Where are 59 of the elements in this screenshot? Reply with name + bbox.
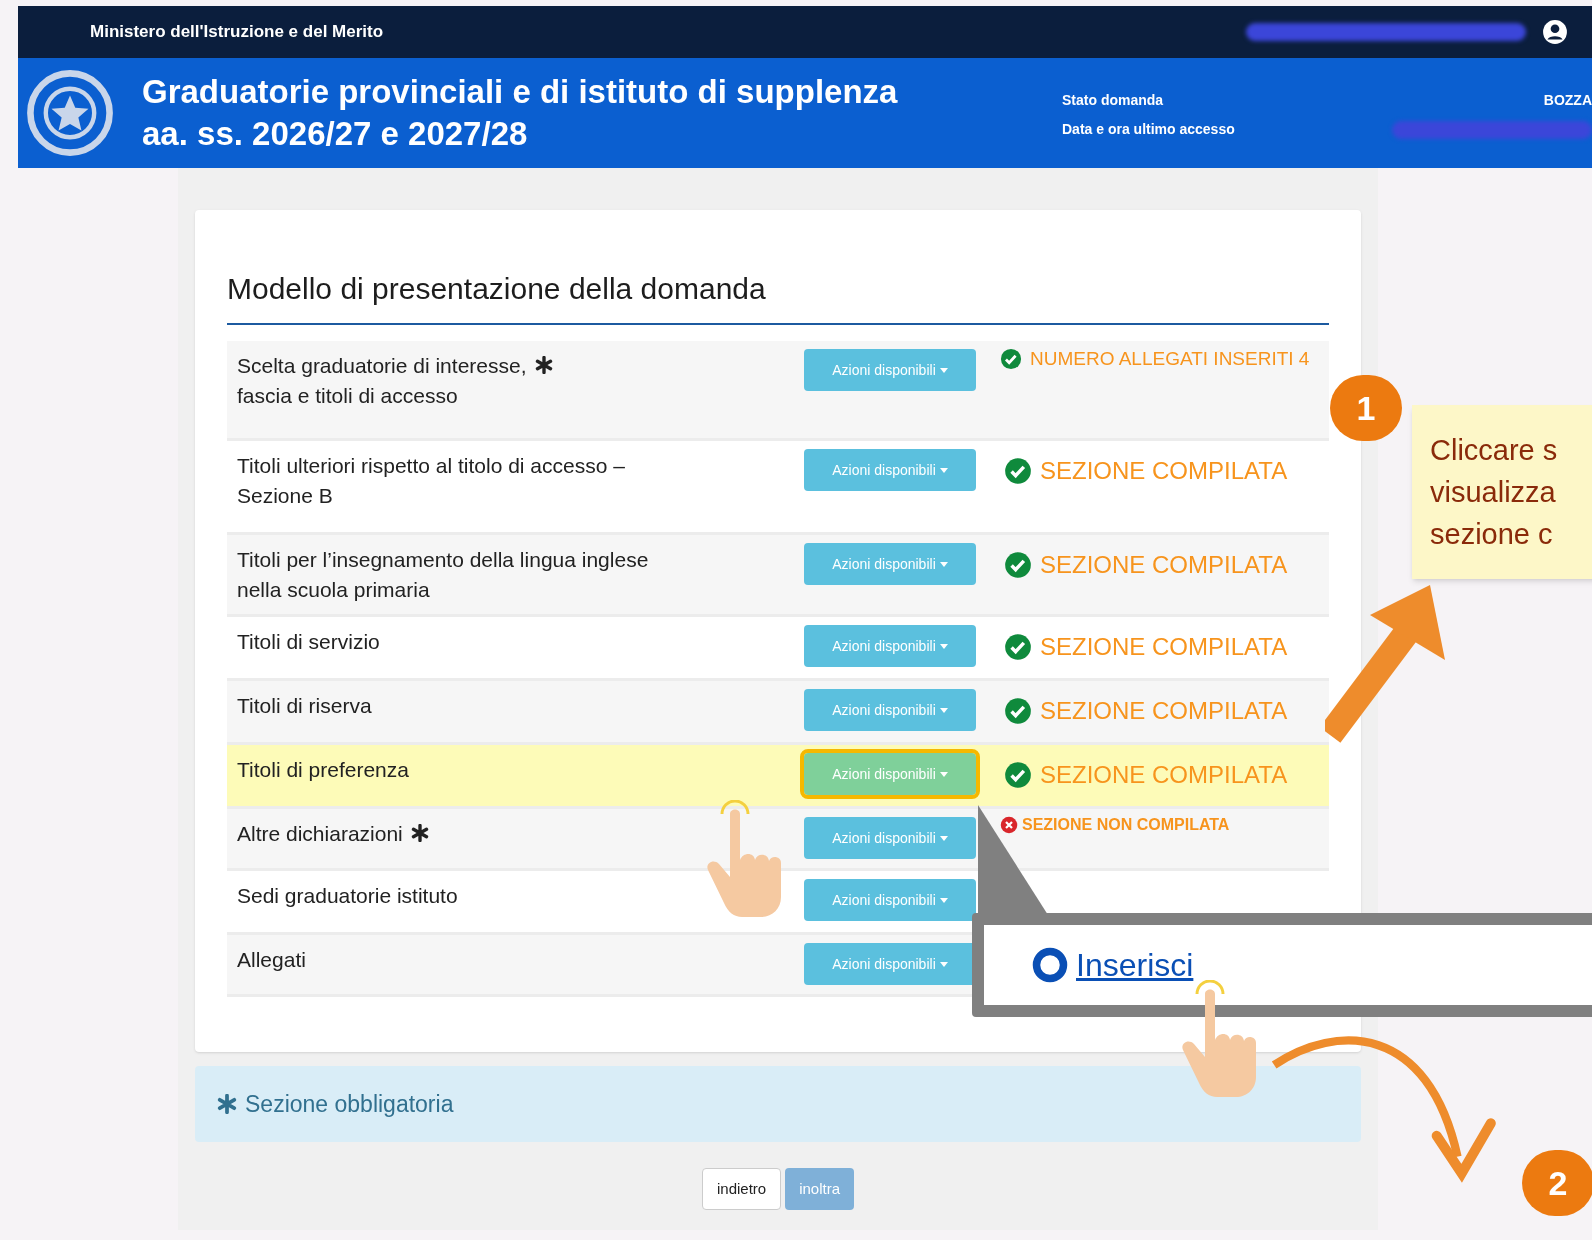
section-label: Titoli di servizio (237, 629, 380, 655)
section-label: Titoli per l’insegnamento della lingua inglese nella scuola primaria (237, 547, 649, 603)
status-text: SEZIONE COMPILATA (1040, 632, 1288, 662)
actions-dropdown-button[interactable]: Azioni disponibili (804, 625, 976, 667)
actions-dropdown-button[interactable]: Azioni disponibili (804, 689, 976, 731)
app-title: Graduatorie provinciali e di istituto di supplenza (142, 72, 899, 112)
error-circle-icon (1000, 816, 1018, 834)
status-text: SEZIONE COMPILATA (1040, 696, 1288, 726)
app-title: aa. ss. 2026/27 e 2027/28 (142, 114, 529, 154)
section-label: Titoli ulteriori rispetto al titolo di accesso – Sezione B (237, 453, 625, 509)
actions-dropdown-button[interactable]: Azioni disponibili (804, 543, 976, 585)
actions-dropdown-button[interactable]: Azioni disponibili (804, 817, 976, 859)
info-label: Data e ora ultimo accesso (1062, 120, 1235, 139)
section-label: Titoli di preferenza (237, 757, 409, 783)
check-circle-icon (1004, 633, 1032, 661)
callout-text: visualizza (1430, 475, 1557, 510)
form-title: Modello di presentazione della domanda (227, 266, 1329, 325)
ministry-name: Ministero dell'Istruzione e del Merito (90, 21, 384, 44)
section-label: Altre dichiarazioni (237, 821, 403, 847)
status-text: SEZIONE COMPILATA (1040, 550, 1288, 580)
caret-icon (939, 467, 948, 473)
actions-dropdown-button[interactable]: Azioni disponibili (804, 349, 976, 391)
asterisk-icon (410, 824, 429, 842)
callout-text: Cliccare s (1430, 433, 1559, 468)
section-label: Sedi graduatorie istituto (237, 883, 458, 909)
caret-icon (939, 961, 948, 967)
actions-dropdown-button[interactable]: Azioni disponibili (804, 449, 976, 491)
info-label: Stato domanda (1062, 91, 1164, 110)
asterisk-icon (217, 1094, 237, 1114)
form-button[interactable]: indietro (701, 1168, 782, 1210)
section-label: Titoli di riserva (237, 693, 372, 719)
caret-icon (939, 897, 948, 903)
caret-icon (939, 643, 948, 649)
section-label: Allegati (237, 947, 306, 973)
check-circle-icon (1004, 457, 1032, 485)
asterisk-icon (534, 356, 553, 374)
step-badge: 1 (1330, 375, 1402, 441)
check-circle-icon (1004, 551, 1032, 579)
caret-icon (939, 835, 948, 841)
status-text: SEZIONE COMPILATA (1040, 760, 1288, 790)
status-text: SEZIONE NON COMPILATA (1022, 815, 1230, 835)
check-circle-icon (1004, 697, 1032, 725)
check-circle-icon (1000, 348, 1022, 371)
status-text: SEZIONE COMPILATA (1040, 456, 1288, 486)
emblem-icon (26, 69, 114, 157)
caret-icon (939, 707, 948, 713)
status-text: NUMERO ALLEGATI INSERITI 4 (1030, 347, 1310, 371)
actions-dropdown-button[interactable]: Azioni disponibili (804, 879, 976, 921)
caret-icon (939, 561, 948, 567)
step-badge: 2 (1522, 1150, 1592, 1216)
check-circle-icon (1004, 761, 1032, 789)
info-value: BOZZA (1543, 91, 1592, 110)
caret-icon (939, 771, 948, 777)
notice-text: Sezione obbligatoria (245, 1089, 454, 1119)
user-icon (1542, 19, 1568, 45)
section-label: Scelta graduatorie di interesse, fascia e titoli di accesso (237, 353, 527, 409)
caret-icon (939, 367, 948, 373)
callout-text: sezione c (1430, 517, 1554, 552)
insert-link[interactable]: Inserisci (1076, 941, 1194, 989)
